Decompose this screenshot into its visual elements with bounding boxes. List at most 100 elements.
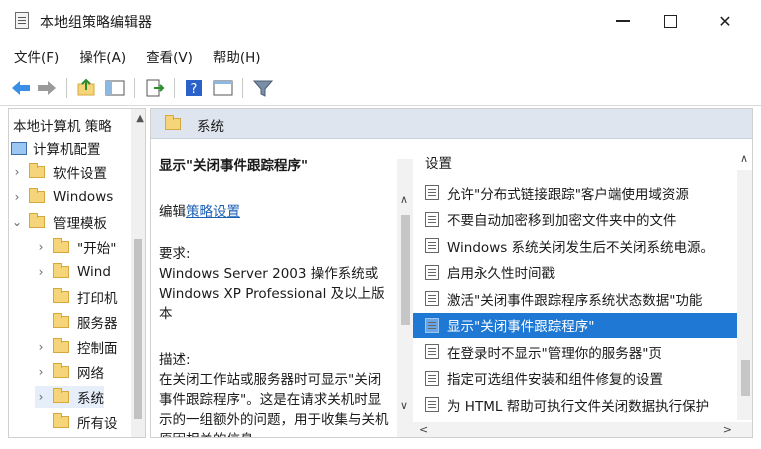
close-button[interactable]: ✕	[702, 6, 748, 36]
scroll-thumb[interactable]	[401, 215, 410, 325]
chevron-right-icon[interactable]: ›	[35, 390, 47, 404]
tree-node-software-settings[interactable]: › 软件设置	[11, 161, 107, 183]
setting-row[interactable]: 显示"关闭事件跟踪程序"	[413, 312, 738, 338]
tree-node-label: 计算机配置	[33, 142, 101, 158]
folder-open-icon	[29, 213, 45, 228]
chevron-right-icon[interactable]: ›	[11, 165, 23, 179]
tree-node-label: 软件设置	[53, 166, 107, 182]
policy-setting-icon	[425, 211, 439, 227]
tree-node-windows-components[interactable]: › Wind	[35, 261, 111, 283]
settings-horizontal-scrollbar[interactable]: < >	[413, 422, 752, 437]
chevron-up-icon[interactable]: ▲	[136, 113, 144, 124]
menu-file[interactable]: 文件(F)	[14, 46, 59, 66]
tree-node-label: 系统	[77, 391, 104, 407]
forward-arrow-icon[interactable]	[36, 78, 58, 98]
tree-root[interactable]: 本地计算机 策略	[13, 115, 112, 135]
edit-policy-link[interactable]: 策略设置	[186, 204, 240, 220]
tree-node-windows-settings[interactable]: › Windows	[11, 186, 113, 208]
toolbar-separator	[174, 78, 175, 98]
menu-help[interactable]: 帮助(H)	[213, 46, 261, 66]
chevron-right-icon[interactable]: >	[723, 423, 732, 436]
back-arrow-icon[interactable]	[10, 78, 32, 98]
requirements-text: Windows Server 2003 操作系统或 Windows XP Pro…	[159, 266, 385, 322]
policy-setting-icon	[425, 238, 439, 253]
scroll-thumb[interactable]	[134, 239, 142, 419]
settings-column-header[interactable]: 设置	[425, 152, 452, 172]
settings-vertical-scrollbar[interactable]	[737, 170, 752, 420]
scroll-thumb[interactable]	[741, 360, 750, 396]
tree-node-all-settings[interactable]: 所有设	[35, 411, 118, 433]
chevron-up-icon[interactable]: ∧	[400, 193, 408, 206]
menu-view[interactable]: 查看(V)	[146, 46, 193, 66]
tree-pane: 本地计算机 策略 ▲ 计算机配置 › 软件设置 › Windows ⌄ 管理模板…	[8, 108, 146, 438]
setting-label: 激活"关闭事件跟踪程序系统状态数据"功能	[447, 292, 703, 309]
tree-node-printers[interactable]: 打印机	[35, 286, 118, 308]
setting-row[interactable]: Windows 系统关闭发生后不关闭系统电源。	[413, 233, 738, 258]
policy-title: 显示"关闭事件跟踪程序"	[159, 158, 309, 174]
properties-icon[interactable]	[212, 78, 234, 98]
folder-icon	[29, 163, 45, 178]
up-folder-icon[interactable]	[76, 78, 98, 98]
folder-icon	[53, 388, 69, 403]
minimize-button[interactable]	[600, 6, 646, 36]
folder-icon	[53, 338, 69, 353]
chevron-down-icon[interactable]: ⌄	[11, 215, 23, 229]
setting-row[interactable]: 允许"分布式链接跟踪"客户端使用域资源	[413, 180, 738, 205]
tree-node-control-panel[interactable]: › 控制面	[35, 336, 118, 358]
setting-label: 为 HTML 帮助可执行文件关闭数据执行保护	[447, 398, 710, 415]
policy-setting-icon	[425, 291, 439, 306]
setting-row[interactable]: 激活"关闭事件跟踪程序系统状态数据"功能	[413, 286, 738, 311]
filter-icon[interactable]	[252, 78, 274, 98]
help-icon[interactable]: ?	[184, 78, 206, 98]
export-list-icon[interactable]	[144, 78, 166, 98]
edit-policy-line: 编辑策略设置	[159, 200, 240, 220]
chevron-right-icon[interactable]: ›	[11, 190, 23, 204]
setting-row[interactable]: 在登录时不显示"管理你的服务器"页	[413, 339, 738, 364]
pane-header-title: 系统	[197, 119, 224, 135]
tree-scrollbar[interactable]: ▲	[131, 109, 145, 437]
description-scrollbar[interactable]: ∧ ∨	[397, 159, 414, 437]
show-hide-tree-icon[interactable]	[104, 78, 126, 98]
setting-label: 在登录时不显示"管理你的服务器"页	[447, 345, 662, 362]
tree-node-computer-config[interactable]: 计算机配置	[11, 137, 101, 159]
folder-icon	[165, 115, 181, 130]
policy-editor-icon	[15, 12, 29, 29]
policy-setting-icon	[425, 185, 439, 200]
menu-action[interactable]: 操作(A)	[79, 46, 126, 66]
tree-node-label: Windows	[53, 189, 114, 205]
tree-node-admin-templates[interactable]: ⌄ 管理模板	[11, 211, 107, 233]
requirements-label: 要求:	[159, 246, 191, 262]
setting-label: 启用永久性时间戳	[447, 266, 555, 282]
computer-icon	[11, 141, 27, 155]
tree-node-system[interactable]: › 系统	[35, 386, 104, 408]
chevron-right-icon[interactable]: ›	[35, 365, 47, 379]
tree-node-start-menu[interactable]: › "开始"	[35, 236, 116, 258]
details-pane: 系统 显示"关闭事件跟踪程序" 编辑策略设置 要求: Windows Serve…	[150, 108, 753, 438]
tree-node-network[interactable]: › 网络	[35, 361, 104, 383]
setting-row[interactable]: 不要自动加密移到加密文件夹中的文件	[413, 207, 738, 232]
tree-node-server[interactable]: 服务器	[35, 311, 118, 333]
policy-setting-icon	[425, 264, 439, 280]
menu-bar: 文件(F) 操作(A) 查看(V) 帮助(H)	[0, 42, 761, 70]
chevron-right-icon[interactable]: ›	[35, 240, 47, 254]
minimize-icon	[616, 20, 630, 22]
chevron-right-icon[interactable]: ›	[35, 265, 47, 279]
tree-node-label: 打印机	[77, 291, 118, 307]
setting-label: Windows 系统关闭发生后不关闭系统电源。	[447, 239, 715, 256]
folder-icon	[53, 263, 69, 278]
setting-row[interactable]: 指定可选组件安装和组件修复的设置	[413, 366, 738, 391]
maximize-button[interactable]	[647, 6, 693, 36]
chevron-right-icon[interactable]: ›	[35, 340, 47, 354]
chevron-up-icon[interactable]: ∧	[740, 152, 748, 165]
pane-header: 系统	[151, 109, 752, 139]
chevron-left-icon[interactable]: <	[419, 423, 428, 436]
setting-row[interactable]: 为 HTML 帮助可执行文件关闭数据执行保护	[413, 392, 738, 417]
maximize-icon	[663, 14, 677, 28]
close-icon: ✕	[718, 11, 732, 31]
toolbar-separator	[66, 78, 67, 98]
setting-row[interactable]: 启用永久性时间戳	[413, 260, 738, 285]
edit-prefix: 编辑	[159, 204, 186, 220]
folder-icon	[53, 363, 69, 378]
svg-text:?: ?	[191, 82, 198, 97]
chevron-down-icon[interactable]: ∨	[400, 399, 408, 412]
